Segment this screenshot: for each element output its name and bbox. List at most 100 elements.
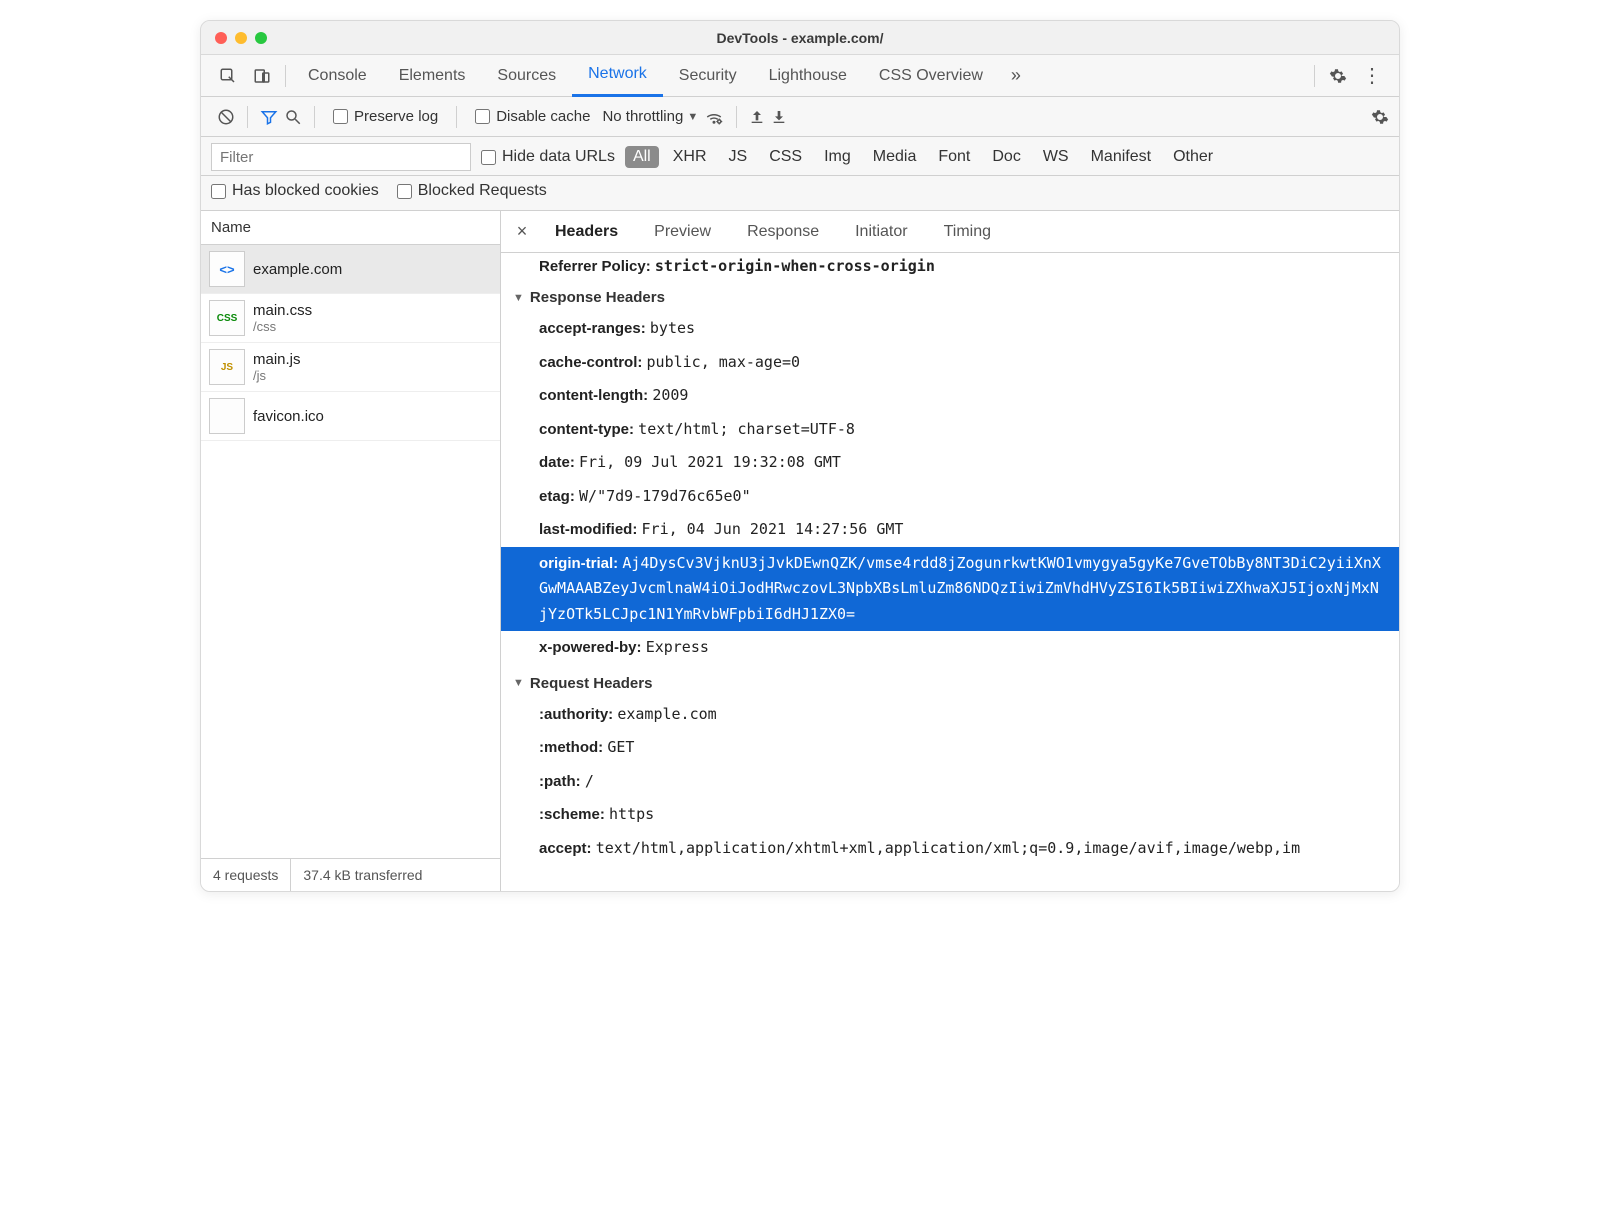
header-row[interactable]: x-powered-by: Express [501,631,1399,665]
detail-tab-initiator[interactable]: Initiator [837,211,925,253]
panel-tabstrip: ConsoleElementsSourcesNetworkSecurityLig… [201,55,1399,97]
network-conditions-icon[interactable] [704,108,724,126]
throttling-select[interactable]: No throttling [602,108,683,125]
hide-data-urls-checkbox[interactable]: Hide data URLs [481,148,615,166]
hide-data-urls-label: Hide data URLs [502,148,615,166]
header-row[interactable]: cache-control: public, max-age=0 [501,346,1399,380]
device-toolbar-icon[interactable] [245,59,279,93]
header-key: content-type: [539,421,634,438]
titlebar: DevTools - example.com/ [201,21,1399,55]
file-info: favicon.ico [253,408,324,425]
filter-type-img[interactable]: Img [816,146,859,168]
separator [1314,65,1315,87]
response-headers-section[interactable]: Response Headers [501,279,1399,312]
detail-tab-response[interactable]: Response [729,211,837,253]
header-row[interactable]: :authority: example.com [501,698,1399,732]
sidebar-status: 4 requests 37.4 kB transferred [201,858,500,891]
close-detail-icon[interactable]: × [507,221,537,242]
network-body: Name <> example.com CSS main.css /css JS… [201,211,1399,891]
tab-lighthouse[interactable]: Lighthouse [753,55,863,97]
request-row[interactable]: JS main.js /js [201,343,500,392]
header-key: origin-trial: [539,555,618,572]
truncated-row: Referrer Policy: strict-origin-when-cros… [501,253,1399,279]
filter-icon[interactable] [260,108,278,126]
has-blocked-cookies-checkbox[interactable]: Has blocked cookies [211,182,379,200]
header-row[interactable]: accept: text/html,application/xhtml+xml,… [501,832,1399,866]
tab-sources[interactable]: Sources [481,55,572,97]
filter-type-media[interactable]: Media [865,146,925,168]
clear-icon[interactable] [217,108,235,126]
header-key: etag: [539,488,575,505]
filter-subrow: Has blocked cookies Blocked Requests [201,176,1399,211]
filter-type-ws[interactable]: WS [1035,146,1077,168]
inspect-element-icon[interactable] [211,59,245,93]
header-row[interactable]: date: Fri, 09 Jul 2021 19:32:08 GMT [501,446,1399,480]
filter-type-manifest[interactable]: Manifest [1083,146,1159,168]
dropdown-icon[interactable]: ▼ [687,111,698,123]
upload-har-icon[interactable] [749,108,765,126]
download-har-icon[interactable] [771,108,787,126]
network-settings-icon[interactable] [1371,108,1389,126]
preserve-log-checkbox[interactable]: Preserve log [327,108,444,125]
filter-type-other[interactable]: Other [1165,146,1221,168]
header-row[interactable]: content-type: text/html; charset=UTF-8 [501,413,1399,447]
detail-tab-timing[interactable]: Timing [926,211,1009,253]
filter-type-css[interactable]: CSS [761,146,810,168]
devtools-window: DevTools - example.com/ ConsoleElementsS… [200,20,1400,892]
header-row[interactable]: last-modified: Fri, 04 Jun 2021 14:27:56… [501,513,1399,547]
sidebar-column-name[interactable]: Name [201,211,500,245]
filter-type-all[interactable]: All [625,146,659,168]
request-row[interactable]: CSS main.css /css [201,294,500,343]
disable-cache-label: Disable cache [496,108,590,125]
search-icon[interactable] [284,108,302,126]
request-row[interactable]: <> example.com [201,245,500,294]
header-key: accept: [539,840,592,857]
close-window-button[interactable] [215,32,227,44]
header-row[interactable]: :scheme: https [501,798,1399,832]
filter-type-doc[interactable]: Doc [984,146,1028,168]
tab-security[interactable]: Security [663,55,753,97]
traffic-lights [215,32,267,44]
header-value: W/"7d9-179d76c65e0" [579,487,751,505]
tab-elements[interactable]: Elements [383,55,482,97]
header-key: date: [539,454,575,471]
detail-tabs: × HeadersPreviewResponseInitiatorTiming [501,211,1399,253]
filter-type-xhr[interactable]: XHR [665,146,715,168]
maximize-window-button[interactable] [255,32,267,44]
blocked-requests-checkbox[interactable]: Blocked Requests [397,182,547,200]
minimize-window-button[interactable] [235,32,247,44]
header-value: bytes [650,319,695,337]
filter-type-js[interactable]: JS [721,146,756,168]
disable-cache-checkbox[interactable]: Disable cache [469,108,596,125]
request-sidebar: Name <> example.com CSS main.css /css JS… [201,211,501,891]
filter-input[interactable] [211,143,471,171]
filter-type-font[interactable]: Font [930,146,978,168]
has-blocked-cookies-label: Has blocked cookies [232,182,379,200]
header-row[interactable]: :path: / [501,765,1399,799]
request-row[interactable]: favicon.ico [201,392,500,441]
more-tabs-icon[interactable]: » [999,59,1033,93]
file-name: main.js [253,351,301,368]
file-name: main.css [253,302,312,319]
detail-tab-preview[interactable]: Preview [636,211,729,253]
header-row[interactable]: :method: GET [501,731,1399,765]
request-headers-section[interactable]: Request Headers [501,665,1399,698]
header-row[interactable]: origin-trial: Aj4DysCv3VjknU3jJvkDEwnQZK… [501,547,1399,632]
detail-tab-headers[interactable]: Headers [537,211,636,253]
tab-console[interactable]: Console [292,55,383,97]
file-type-icon: CSS [209,300,245,336]
tab-network[interactable]: Network [572,55,663,97]
header-row[interactable]: etag: W/"7d9-179d76c65e0" [501,480,1399,514]
file-info: main.js /js [253,351,301,383]
blocked-requests-label: Blocked Requests [418,182,547,200]
settings-icon[interactable] [1321,59,1355,93]
separator [285,65,286,87]
header-row[interactable]: accept-ranges: bytes [501,312,1399,346]
tab-css-overview[interactable]: CSS Overview [863,55,999,97]
header-key: :path: [539,773,581,790]
header-value: https [609,805,654,823]
header-row[interactable]: content-length: 2009 [501,379,1399,413]
file-info: example.com [253,261,342,278]
file-type-icon: <> [209,251,245,287]
kebab-menu-icon[interactable]: ⋮ [1355,59,1389,93]
